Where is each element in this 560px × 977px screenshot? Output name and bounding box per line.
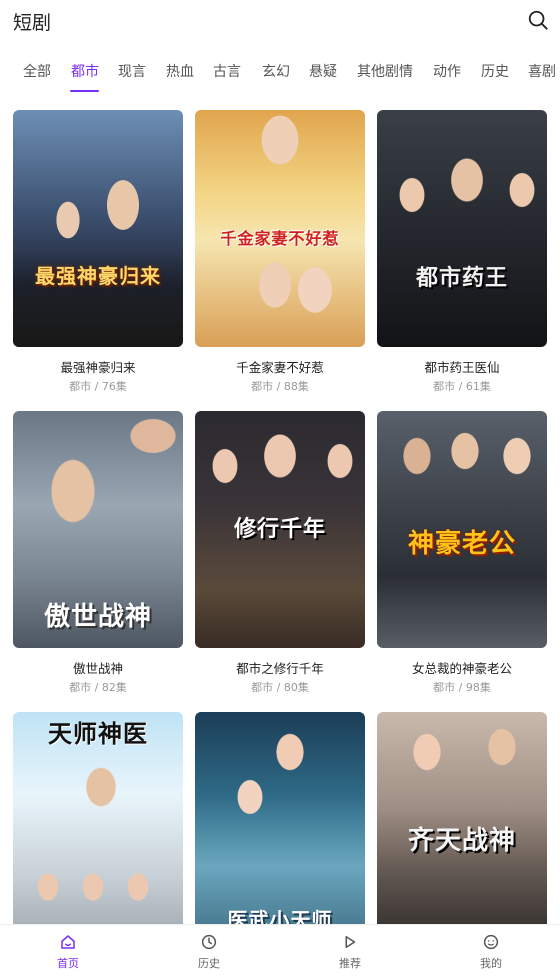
drama-poster[interactable]: 最强神豪归来 — [13, 110, 183, 347]
app-header: 短剧 — [0, 0, 560, 42]
poster-title-art: 都市药王 — [415, 266, 508, 291]
search-icon[interactable] — [527, 9, 549, 31]
tab-comedy[interactable]: 喜剧 — [528, 61, 556, 81]
tab-romance[interactable]: 现言 — [118, 61, 146, 81]
tab-all[interactable]: 全部 — [23, 61, 51, 81]
nav-profile-label: 我的 — [480, 957, 502, 970]
tab-suspense[interactable]: 悬疑 — [309, 61, 337, 81]
drama-title: 都市药王医仙 — [424, 360, 500, 375]
page-title: 短剧 — [13, 12, 52, 34]
drama-meta: 都市 / 76集 — [69, 380, 127, 393]
tab-action-blood[interactable]: 热血 — [166, 61, 194, 81]
poster-title-art: 千金家妻不好惹 — [220, 229, 340, 248]
nav-home[interactable]: 首页 — [28, 933, 108, 971]
drama-title: 傲世战神 — [72, 661, 123, 676]
tab-fantasy[interactable]: 玄幻 — [262, 61, 290, 81]
poster-title-art: 最强神豪归来 — [35, 264, 161, 288]
tab-urban[interactable]: 都市 — [71, 61, 99, 81]
profile-icon — [483, 934, 499, 950]
drama-poster[interactable]: 医武小天师 — [195, 712, 365, 949]
drama-meta: 都市 / 88集 — [251, 380, 309, 393]
drama-poster[interactable]: 傲世战神 — [13, 411, 183, 648]
poster-title-art: 神豪老公 — [407, 529, 516, 559]
drama-title: 最强神豪归来 — [60, 360, 136, 375]
nav-profile[interactable]: 我的 — [451, 933, 531, 971]
drama-meta: 都市 / 61集 — [433, 380, 491, 393]
drama-meta: 都市 / 80集 — [251, 681, 309, 694]
nav-recommend-label: 推荐 — [339, 957, 361, 970]
tab-ancient-romance[interactable]: 古言 — [213, 61, 241, 81]
drama-title: 都市之修行千年 — [236, 661, 324, 676]
nav-history[interactable]: 历史 — [169, 933, 249, 971]
poster-title-art: 修行千年 — [233, 517, 326, 542]
poster-title-art: 天师神医 — [48, 720, 148, 748]
nav-home-label: 首页 — [57, 957, 79, 970]
history-icon — [201, 934, 217, 950]
drama-poster[interactable]: 齐天战神 — [377, 712, 547, 949]
tab-action[interactable]: 动作 — [433, 61, 461, 81]
drama-poster[interactable]: 神豪老公 — [377, 411, 547, 648]
drama-poster[interactable]: 都市药王 — [377, 110, 547, 347]
nav-history-label: 历史 — [198, 957, 220, 970]
drama-meta: 都市 / 82集 — [69, 681, 127, 694]
drama-poster[interactable]: 天师神医 — [13, 712, 183, 949]
play-icon — [345, 936, 356, 948]
drama-title: 女总裁的神豪老公 — [411, 661, 512, 676]
active-tab-indicator — [70, 90, 99, 92]
drama-poster[interactable]: 修行千年 — [195, 411, 365, 648]
poster-title-art: 齐天战神 — [407, 826, 516, 856]
drama-title: 千金家妻不好惹 — [236, 360, 324, 375]
home-icon — [61, 935, 75, 949]
bottom-nav: 首页 历史 推荐 我的 — [0, 924, 560, 977]
tab-history[interactable]: 历史 — [481, 61, 509, 81]
drama-poster[interactable]: 千金家妻不好惹 — [195, 110, 365, 347]
drama-meta: 都市 / 98集 — [433, 681, 491, 694]
nav-recommend[interactable]: 推荐 — [310, 933, 390, 971]
tab-other-drama[interactable]: 其他剧情 — [357, 61, 413, 81]
poster-title-art: 傲世战神 — [43, 602, 152, 632]
category-tabs: 全部 都市 现言 热血 古言 玄幻 悬疑 其他剧情 动作 历史 喜剧 — [0, 56, 560, 96]
